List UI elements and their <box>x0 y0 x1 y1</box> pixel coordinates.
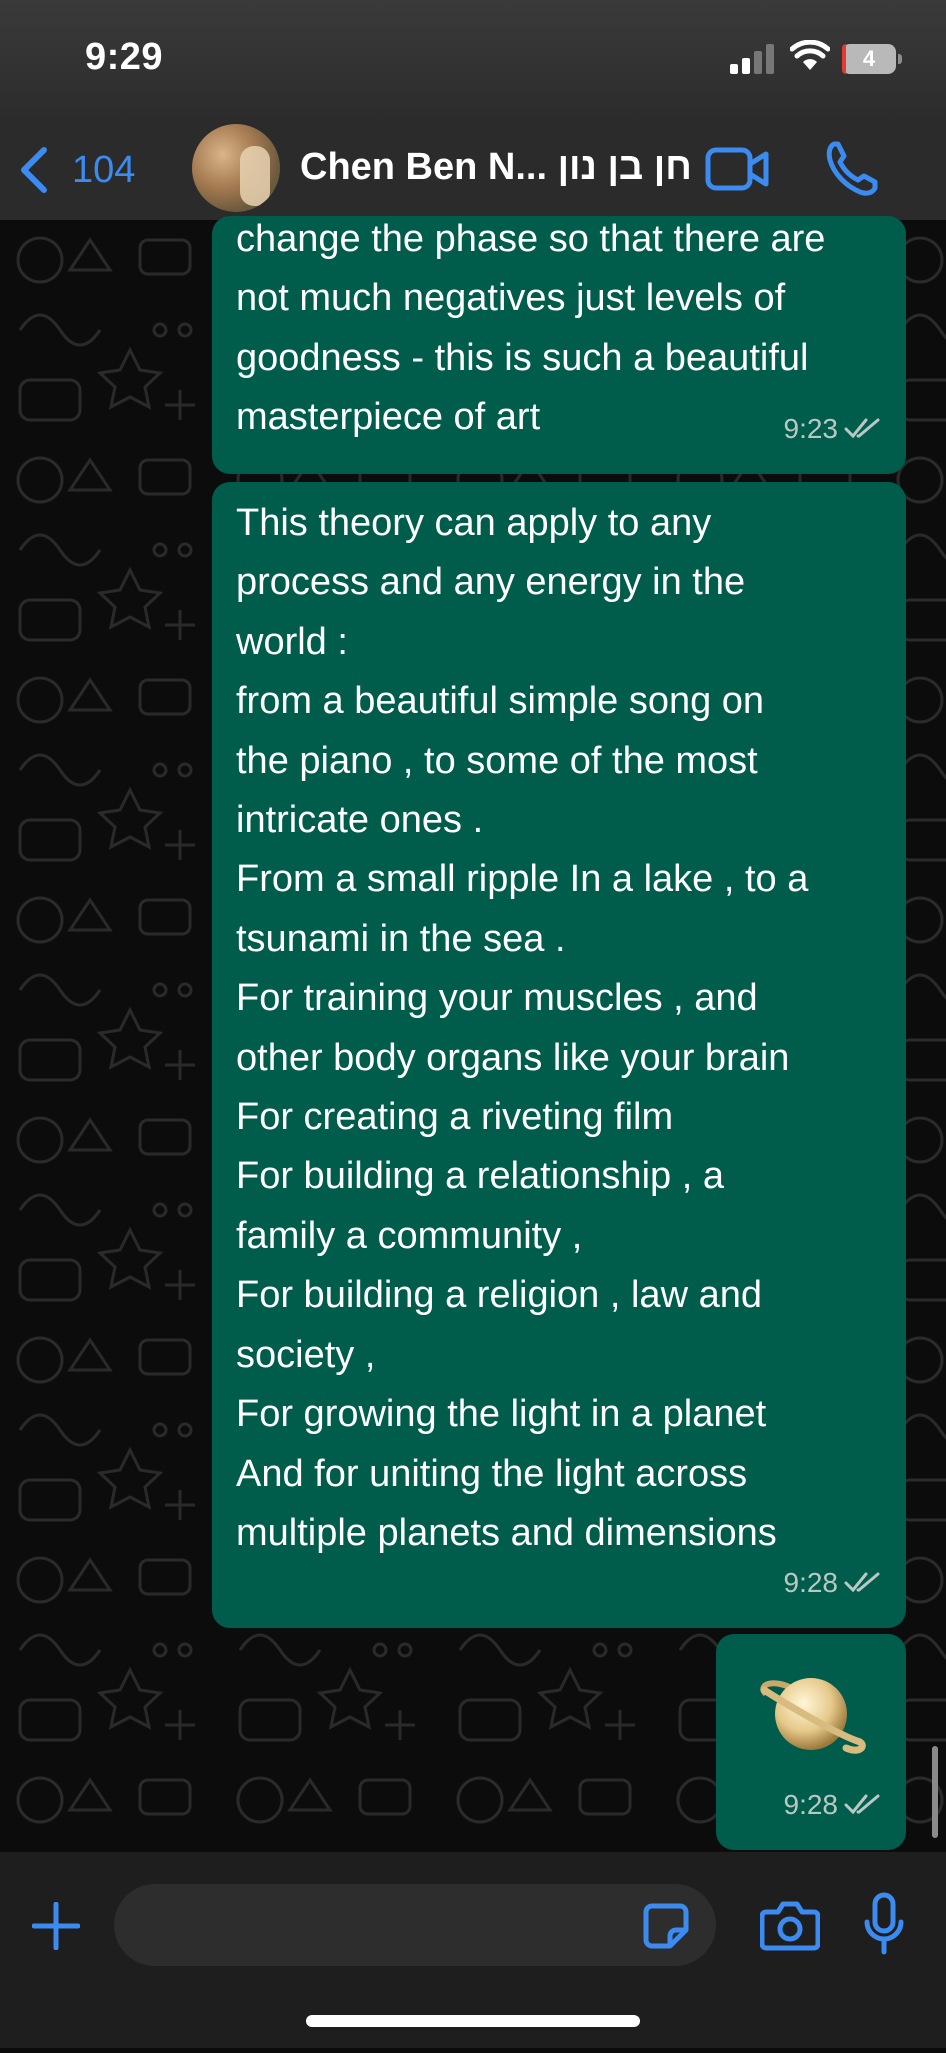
message-time: 9:23 <box>783 412 839 444</box>
status-bar: 9:29 4 <box>0 0 946 120</box>
outgoing-message[interactable]: This theory can apply to any process and… <box>212 482 906 1628</box>
scrollbar[interactable] <box>932 1746 938 1838</box>
saturn-emoji <box>760 1678 866 1754</box>
video-call-icon[interactable] <box>705 144 769 194</box>
plus-icon[interactable] <box>32 1902 80 1950</box>
chat-header: 104 Chen Ben N... חן בן נון <box>0 120 946 220</box>
input-bar <box>0 1852 946 2048</box>
message-meta: 9:28 <box>784 1553 883 1612</box>
clock: 9:29 <box>85 36 164 78</box>
sticker-icon[interactable] <box>642 1902 690 1950</box>
signal-icon <box>730 44 774 74</box>
battery-level: 4 <box>862 46 876 71</box>
message-meta: 9:28 <box>784 1775 883 1834</box>
message-time: 9:28 <box>783 1566 839 1598</box>
avatar[interactable] <box>192 124 280 212</box>
outgoing-emoji-message[interactable]: 9:28 <box>716 1634 906 1850</box>
double-check-icon <box>844 1572 880 1593</box>
battery-icon: 4 <box>842 44 902 74</box>
phone-call-icon[interactable] <box>826 140 878 196</box>
message-input[interactable] <box>114 1884 716 1966</box>
wifi-icon <box>790 40 830 70</box>
home-indicator <box>306 2015 640 2027</box>
double-check-icon <box>844 1794 880 1815</box>
double-check-icon <box>844 418 880 439</box>
contact-name[interactable]: Chen Ben N... חן בן נון <box>300 146 692 189</box>
unread-count: 104 <box>72 148 136 191</box>
back-chevron-icon <box>21 147 47 193</box>
back-button[interactable]: 104 <box>18 142 135 198</box>
message-meta: 9:23 <box>784 399 883 458</box>
message-time: 9:28 <box>783 1788 839 1820</box>
message-text: This theory can apply to any process and… <box>236 502 809 1554</box>
microphone-icon[interactable] <box>864 1892 904 1956</box>
outgoing-message[interactable]: change the phase so that there are not m… <box>212 216 906 474</box>
camera-icon[interactable] <box>760 1898 820 1952</box>
